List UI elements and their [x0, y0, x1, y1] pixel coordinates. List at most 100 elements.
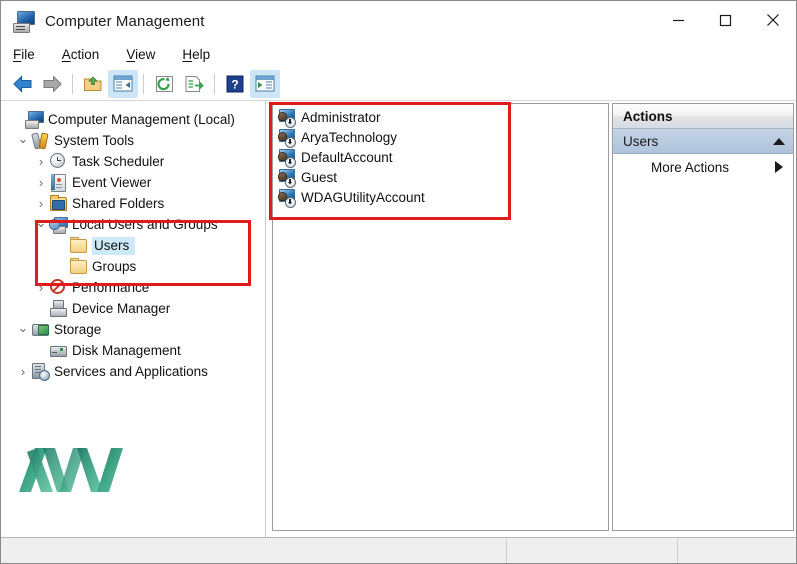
chevron-down-icon[interactable]: ⌄ [15, 132, 31, 145]
menu-view[interactable]: View [126, 45, 168, 64]
tree-item-device-manager[interactable]: Device Manager [1, 298, 265, 319]
maximize-icon [719, 14, 732, 26]
pane-gap [266, 101, 269, 538]
title-bar: Computer Management [1, 1, 796, 41]
svg-text:?: ? [231, 77, 238, 91]
back-icon [12, 74, 31, 93]
chevron-down-icon[interactable]: ⌄ [33, 216, 49, 229]
forward-icon [43, 74, 62, 93]
tree-item-shared-folders[interactable]: › Shared Folders [1, 193, 265, 214]
user-account-icon [277, 108, 296, 128]
tree-item-storage[interactable]: ⌄ Storage [1, 319, 265, 340]
performance-icon [49, 279, 67, 296]
chevron-right-icon[interactable]: › [33, 155, 49, 168]
minimize-button[interactable] [655, 1, 702, 39]
list-item-label: Administrator [301, 109, 381, 125]
user-account-icon [277, 148, 296, 168]
menu-action-label: ction [70, 46, 100, 62]
tree-item-label: Groups [92, 258, 137, 274]
chevron-right-icon[interactable]: › [33, 281, 49, 294]
help-button[interactable]: ? [220, 70, 250, 98]
ava-logo-icon [19, 448, 123, 492]
back-button[interactable] [7, 70, 37, 98]
tree-item-groups[interactable]: Groups [1, 256, 265, 277]
tree-item-label: Event Viewer [72, 174, 152, 190]
forward-button[interactable] [37, 70, 67, 98]
export-list-button[interactable] [179, 70, 209, 98]
actions-pane: Actions Users More Actions [612, 103, 794, 531]
tree-item-task-scheduler[interactable]: › Task Scheduler [1, 151, 265, 172]
status-segment-1 [1, 538, 507, 563]
show-hide-console-tree-button[interactable] [108, 69, 138, 98]
actions-group-users[interactable]: Users [613, 129, 793, 154]
user-account-icon [277, 188, 296, 208]
tree-item-performance[interactable]: › Performance [1, 277, 265, 298]
maximize-button[interactable] [702, 1, 749, 39]
menu-help-label: elp [192, 46, 211, 62]
list-item[interactable]: Guest [277, 167, 608, 188]
chevron-up-icon[interactable] [773, 137, 785, 145]
show-hide-console-tree-icon [113, 75, 133, 92]
computer-icon [25, 111, 44, 129]
list-item-label: DefaultAccount [301, 149, 393, 165]
tree-item-disk-management[interactable]: Disk Management [1, 340, 265, 361]
tree-item-label: Device Manager [72, 300, 171, 316]
list-item[interactable]: Administrator [277, 107, 608, 128]
status-segment-3 [678, 538, 796, 563]
tree-item-label: System Tools [54, 132, 135, 148]
ava-watermark [15, 444, 130, 496]
action-more-actions[interactable]: More Actions [613, 154, 793, 180]
services-and-applications-icon [31, 363, 50, 381]
tree-item-local-users-and-groups[interactable]: ⌄ Local Users and Groups [1, 214, 265, 235]
close-icon [766, 14, 779, 26]
list-item[interactable]: WDAGUtilityAccount [277, 187, 608, 208]
show-hide-action-pane-button[interactable] [250, 69, 280, 98]
list-item-label: WDAGUtilityAccount [301, 189, 425, 205]
toolbar-separator-1 [72, 73, 73, 94]
help-icon: ? [226, 75, 244, 92]
computer-management-icon [13, 10, 35, 33]
menu-file[interactable]: File [13, 45, 48, 64]
chevron-right-icon[interactable]: › [33, 197, 49, 210]
list-item[interactable]: DefaultAccount [277, 147, 608, 168]
close-button[interactable] [749, 1, 796, 39]
chevron-down-icon[interactable]: ⌄ [15, 321, 31, 334]
export-list-icon [185, 75, 204, 92]
tree-item-label: Storage [54, 321, 102, 337]
chevron-right-icon[interactable]: › [33, 176, 49, 189]
toolbar-separator-3 [214, 73, 215, 94]
tree-item-label: Services and Applications [54, 363, 208, 379]
list-item-label: AryaTechnology [301, 129, 398, 145]
tree-item-services-and-applications[interactable]: › Services and Applications [1, 361, 265, 382]
menu-view-label: iew [135, 46, 156, 62]
menu-bar: File Action View Help [1, 41, 796, 67]
users-list-pane[interactable]: Administrator AryaTechnology DefaultAccoun… [272, 103, 609, 531]
tree-item-computer-management-local[interactable]: Computer Management (Local) [1, 109, 265, 130]
menu-action[interactable]: Action [62, 45, 113, 64]
shared-folders-icon [49, 195, 67, 212]
users-list: Administrator AryaTechnology DefaultAccoun… [273, 104, 608, 208]
tree-item-label: Users [92, 236, 136, 255]
refresh-button[interactable] [149, 70, 179, 98]
refresh-icon [155, 75, 173, 92]
tree-item-system-tools[interactable]: ⌄ System Tools [1, 130, 265, 151]
list-item-label: Guest [301, 169, 338, 185]
action-more-actions-label: More Actions [651, 159, 730, 175]
list-item[interactable]: AryaTechnology [277, 127, 608, 148]
tree-item-event-viewer[interactable]: › Event Viewer [1, 172, 265, 193]
menu-help[interactable]: Help [182, 45, 223, 64]
console-tree: Computer Management (Local) ⌄ System Tools… [1, 101, 265, 382]
toolbar: ? [1, 67, 796, 101]
console-tree-pane: Computer Management (Local) ⌄ System Tools… [1, 101, 266, 538]
folder-icon [69, 237, 87, 254]
panes-container: Computer Management (Local) ⌄ System Tools… [1, 101, 796, 538]
menu-file-label: ile [21, 46, 35, 62]
chevron-right-icon[interactable]: › [15, 365, 31, 378]
actions-group-label: Users [623, 133, 659, 149]
up-one-level-button[interactable] [78, 70, 108, 98]
actions-header: Actions [613, 104, 793, 129]
tree-item-label: Computer Management (Local) [48, 111, 235, 127]
window-controls [655, 1, 796, 39]
tree-item-label: Performance [72, 279, 150, 295]
tree-item-users[interactable]: Users [1, 235, 265, 256]
